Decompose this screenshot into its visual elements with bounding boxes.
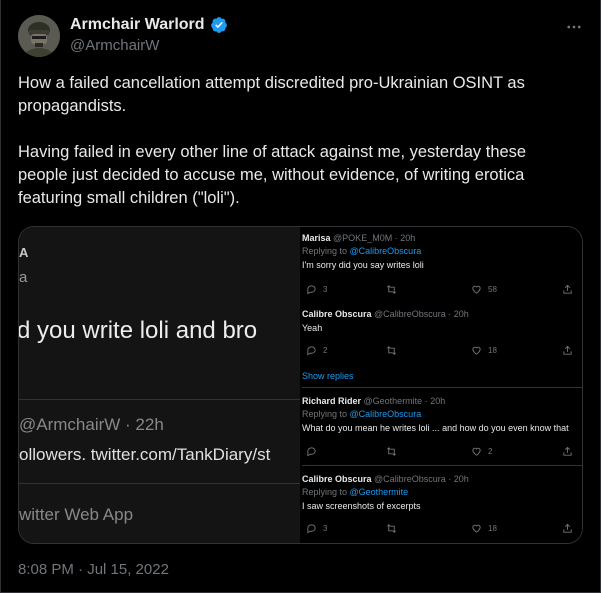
replying-prefix: Replying to	[302, 246, 350, 256]
tweet-text: How a failed cancellation attempt discre…	[18, 72, 578, 210]
reply-name: Marisa	[302, 233, 331, 243]
reply-actions: 2 18	[302, 345, 582, 357]
like-icon	[472, 285, 481, 294]
reply-icon	[307, 346, 316, 356]
like-count: 18	[488, 524, 497, 533]
like-count: 58	[488, 285, 497, 294]
media-image-right[interactable]: Marisa @POKE_M0M · 20h Replying to @Cali…	[302, 227, 582, 543]
reply-actions: 3 58	[302, 284, 582, 296]
reply-count: 3	[323, 285, 328, 294]
divider	[19, 399, 300, 400]
image-text: A	[19, 245, 29, 260]
tweet-media[interactable]: A a d you write loli and bro @ArmchairW …	[18, 226, 583, 544]
tweet-paragraph: How a failed cancellation attempt discre…	[18, 74, 525, 115]
image-quote-text: d you write loli and bro	[19, 317, 258, 344]
replying-to-link: @Geothermite	[349, 487, 409, 497]
divider	[302, 465, 582, 466]
divider	[302, 387, 582, 388]
reply-body: I saw screenshots of excerpts	[302, 501, 421, 511]
reply-icon	[307, 447, 316, 457]
reply-meta: @POKE_M0M · 20h	[333, 233, 416, 243]
more-options-button[interactable]	[563, 17, 585, 37]
share-icon	[563, 523, 572, 533]
reply-actions: 2	[302, 446, 582, 458]
divider	[19, 483, 300, 484]
author-handle[interactable]: @ArmchairW	[70, 37, 159, 54]
more-icon	[567, 25, 581, 29]
reply-body: What do you mean he writes loli ... and …	[302, 423, 569, 433]
reply-meta: @CalibreObscura · 20h	[374, 309, 469, 319]
show-replies-link: Show replies	[302, 371, 354, 381]
reply-item: Richard Rider @Geothermite · 20h Replyin…	[302, 396, 582, 433]
like-icon	[472, 447, 481, 456]
reply-count: 3	[323, 524, 328, 533]
image-text: a	[19, 269, 28, 286]
replying-prefix: Replying to	[302, 409, 350, 419]
reply-meta: @Geothermite · 20h	[363, 396, 446, 406]
like-count: 18	[488, 346, 497, 355]
tweet-timestamp[interactable]: 8:08 PM · Jul 15, 2022	[18, 561, 169, 578]
share-icon	[563, 284, 572, 294]
image-app-text: witter Web App	[19, 505, 134, 524]
tweet-card: Armchair Warlord @ArmchairW How a failed…	[0, 0, 601, 593]
share-icon	[563, 345, 572, 355]
tweet-paragraph: Having failed in every other line of att…	[18, 143, 527, 207]
replying-to-link: @CalibreObscura	[349, 409, 422, 419]
retweet-icon	[387, 524, 396, 533]
reply-item: Calibre Obscura @CalibreObscura · 20h Re…	[302, 474, 582, 511]
avatar[interactable]	[18, 15, 60, 57]
replying-to-link: @CalibreObscura	[349, 246, 422, 256]
reply-icon	[307, 285, 316, 295]
reply-meta: @CalibreObscura · 20h	[374, 474, 469, 484]
retweet-icon	[387, 447, 396, 456]
like-count: 2	[488, 447, 493, 456]
reply-count: 2	[323, 346, 328, 355]
reply-icon	[307, 524, 316, 534]
reply-item: Calibre Obscura @CalibreObscura · 20h Ye…	[302, 309, 582, 333]
reply-name: Richard Rider	[302, 396, 362, 406]
reply-body: Yeah	[302, 323, 323, 333]
reply-name: Calibre Obscura	[302, 474, 372, 484]
retweet-icon	[387, 346, 396, 355]
soldier-avatar-icon	[18, 15, 60, 57]
image-link-text: ollowers. twitter.com/TankDiary/st	[19, 445, 271, 464]
author-name-row[interactable]: Armchair Warlord	[70, 16, 228, 34]
like-icon	[472, 524, 481, 533]
verified-badge-icon	[210, 17, 227, 33]
reply-body: I'm sorry did you say writes loli	[302, 260, 424, 270]
reply-actions: 3 18	[302, 523, 582, 535]
retweet-icon	[387, 285, 396, 294]
share-icon	[563, 446, 572, 456]
image-handle-time: @ArmchairW · 22h	[19, 415, 164, 434]
reply-name: Calibre Obscura	[302, 309, 372, 319]
media-image-left[interactable]: A a d you write loli and bro @ArmchairW …	[19, 227, 300, 543]
reply-item: Marisa @POKE_M0M · 20h Replying to @Cali…	[302, 233, 582, 270]
author-display-name[interactable]: Armchair Warlord	[70, 16, 205, 34]
replying-prefix: Replying to	[302, 487, 350, 497]
like-icon	[472, 346, 481, 355]
